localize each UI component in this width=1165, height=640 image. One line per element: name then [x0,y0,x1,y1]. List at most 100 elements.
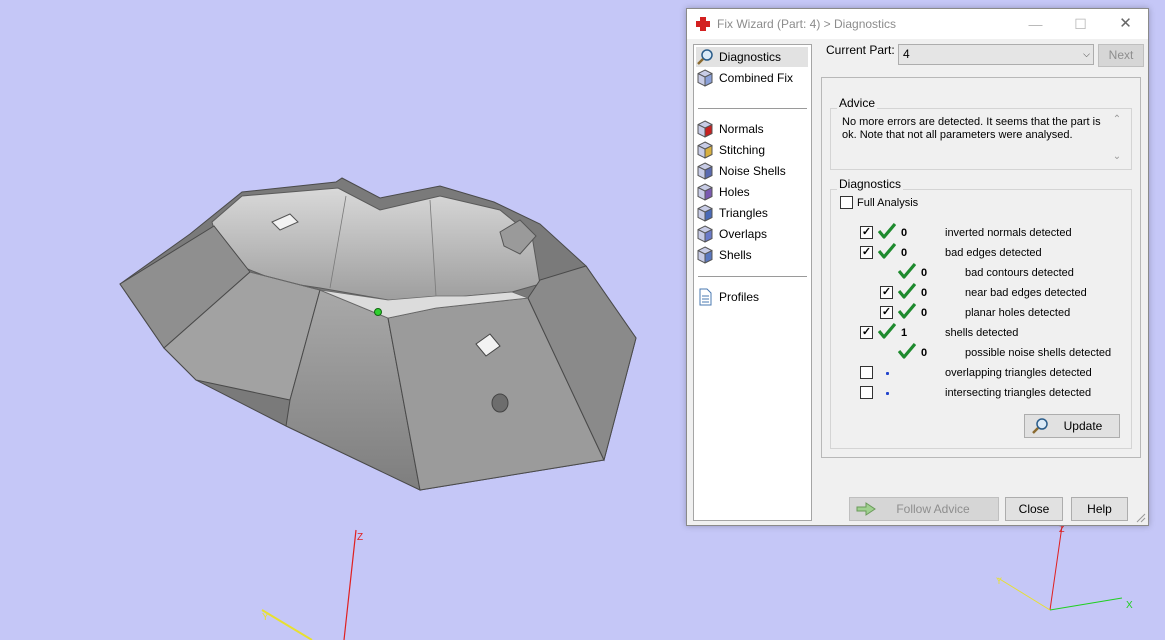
diagnostic-checkbox[interactable]: ✓ [880,286,893,299]
nav-item-label: Diagnostics [719,50,782,64]
corner-axes: Z X Y [996,524,1133,611]
stitching-icon [697,141,713,159]
diagnostic-checkbox[interactable] [860,366,873,379]
not-analysed-dot-icon [886,372,889,375]
diagnostic-label: bad edges detected [945,247,1042,259]
diagnostic-count: 0 [921,347,928,359]
nav-item-label: Profiles [719,290,760,304]
arrow-right-icon [856,502,876,516]
green-check-icon [898,263,916,279]
diagnostic-count: 0 [921,267,928,279]
axis-z-label: Z [357,532,363,543]
not-analysed-dot-icon [886,392,889,395]
close-button[interactable]: Close [1005,497,1063,521]
help-button[interactable]: Help [1071,497,1128,521]
diagnostics-magnifier-icon [697,49,713,65]
full-analysis-label: Full Analysis [857,197,919,209]
maximize-button[interactable]: ☐ [1058,9,1103,39]
diagnostic-count: 0 [901,247,908,259]
update-button[interactable]: Update [1024,414,1120,438]
nav-item-label: Overlaps [719,227,768,241]
diagnostic-label: planar holes detected [965,307,1071,319]
scroll-down-icon[interactable]: ⌄ [1110,151,1124,162]
current-part-select[interactable]: 4 ⌵ [898,44,1094,65]
diagnostic-checkbox[interactable]: ✓ [860,226,873,239]
diagnostic-checkbox[interactable]: ✓ [860,326,873,339]
close-window-button[interactable]: ✕ [1103,9,1148,39]
diagnostic-label: shells detected [945,327,1019,339]
svg-text:X: X [1126,600,1133,611]
world-axes: Z Y [261,529,363,640]
advice-scrollbar[interactable]: ⌃ ⌄ [1110,114,1124,164]
diagnostic-label: intersecting triangles detected [945,387,1092,399]
nav-item-normals[interactable]: Normals [696,119,808,139]
red-cross-app-icon [696,17,710,31]
wizard-nav-pane: Diagnostics Combined Fix Normals Stitching… [693,44,812,521]
advice-text: No more errors are detected. It seems th… [842,116,1101,141]
scroll-up-icon[interactable]: ⌃ [1110,114,1124,125]
green-check-icon [898,283,916,299]
title-bar[interactable]: Fix Wizard (Part: 4) > Diagnostics — ☐ ✕ [687,9,1148,39]
nav-item-diagnostics[interactable]: Diagnostics [696,47,808,67]
profiles-document-icon [699,288,712,306]
current-part-label: Current Part: [826,43,895,57]
noise-shells-icon [697,162,713,180]
green-check-icon [898,303,916,319]
update-label: Update [1063,419,1103,433]
nav-item-triangles[interactable]: Triangles [696,203,808,223]
resize-grip-icon[interactable] [1136,513,1146,523]
nav-item-label: Stitching [719,143,766,157]
nav-item-label: Holes [719,185,750,199]
nav-divider [698,276,807,277]
window-title: Fix Wizard (Part: 4) > Diagnostics [717,17,897,31]
current-part-value: 4 [903,47,910,61]
part-model[interactable] [119,177,637,491]
diagnostic-count: 0 [901,227,908,239]
diagnostic-label: near bad edges detected [965,287,1087,299]
full-analysis-checkbox[interactable] [840,196,853,209]
green-check-icon [878,323,896,339]
nav-item-label: Noise Shells [719,164,786,178]
triangles-icon [697,204,713,222]
nav-item-label: Normals [719,122,764,136]
green-check-icon [898,343,916,359]
advice-title: Advice [837,96,878,110]
minimize-button[interactable]: — [1013,9,1058,39]
green-check-icon [878,243,896,259]
diagnostic-count: 0 [921,287,928,299]
nav-item-shells[interactable]: Shells [696,245,808,265]
nav-item-label: Combined Fix [719,71,794,85]
normals-icon [697,120,713,138]
axis-y-label: Y [262,612,269,623]
overlaps-icon [697,225,713,243]
nav-item-label: Triangles [719,206,768,220]
nav-divider [698,108,807,109]
nav-item-stitching[interactable]: Stitching [696,140,808,160]
nav-item-label: Shells [719,248,752,262]
diagnostic-label: inverted normals detected [945,227,1072,239]
holes-icon [697,183,713,201]
nav-item-overlaps[interactable]: Overlaps [696,224,808,244]
diagnostic-count: 0 [921,307,928,319]
chevron-down-icon: ⌵ [1083,49,1090,59]
next-button[interactable]: Next [1098,44,1144,67]
diagnostic-label: overlapping triangles detected [945,367,1092,379]
nav-item-profiles[interactable]: Profiles [696,287,808,307]
nav-item-holes[interactable]: Holes [696,182,808,202]
green-check-icon [878,223,896,239]
magnifier-icon [1032,418,1048,434]
diagnostic-count: 1 [901,327,908,339]
fix-wizard-dialog: Fix Wizard (Part: 4) > Diagnostics — ☐ ✕… [686,8,1149,526]
follow-advice-label: Follow Advice [896,502,970,516]
diagnostic-label: possible noise shells detected [965,347,1112,359]
diagnostic-checkbox[interactable]: ✓ [860,246,873,259]
shells-icon [697,246,713,264]
diagnostic-checkbox[interactable]: ✓ [880,306,893,319]
diagnostics-title: Diagnostics [837,177,904,191]
nav-item-noise-shells[interactable]: Noise Shells [696,161,808,181]
diagnostic-label: bad contours detected [965,267,1074,279]
follow-advice-button[interactable]: Follow Advice [849,497,999,521]
nav-item-combined-fix[interactable]: Combined Fix [696,68,808,88]
combined-fix-icon [697,69,713,87]
diagnostic-checkbox[interactable] [860,386,873,399]
